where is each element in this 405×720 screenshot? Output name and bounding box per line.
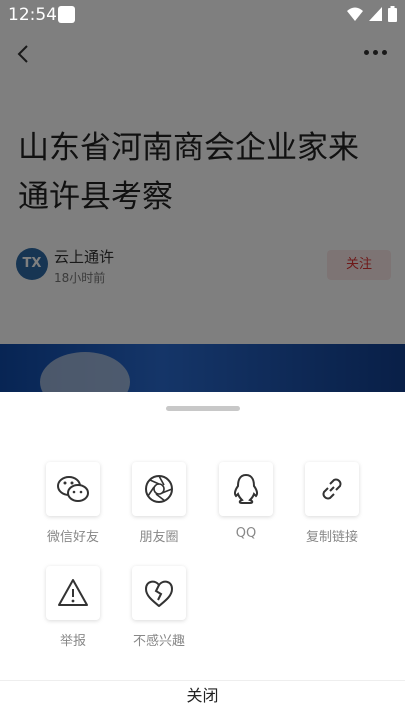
broken-heart-icon bbox=[145, 580, 173, 607]
not-interested-button[interactable]: 不感兴趣 bbox=[119, 566, 199, 649]
share-qq[interactable]: QQ bbox=[206, 462, 286, 541]
share-wechat-friend[interactable]: 微信好友 bbox=[33, 462, 113, 545]
notification-icon bbox=[58, 6, 75, 23]
drag-handle[interactable] bbox=[166, 406, 240, 411]
wechat-icon bbox=[57, 476, 89, 502]
report-button[interactable]: 举报 bbox=[33, 566, 113, 649]
share-copy-link[interactable]: 复制链接 bbox=[292, 462, 372, 545]
share-label: 举报 bbox=[59, 634, 86, 649]
qq-icon bbox=[233, 473, 259, 504]
dim-overlay[interactable] bbox=[0, 0, 405, 392]
share-sheet: 微信好友 朋友圈 QQ 复制链接 举报 不感兴趣 关闭 bbox=[0, 392, 405, 720]
share-label: 朋友圈 bbox=[139, 530, 179, 545]
share-label: QQ bbox=[235, 526, 257, 541]
signal-icon bbox=[369, 7, 382, 21]
link-icon bbox=[322, 478, 342, 500]
close-button[interactable]: 关闭 bbox=[0, 681, 405, 720]
status-time: 12:54 bbox=[8, 5, 57, 25]
share-moments[interactable]: 朋友圈 bbox=[119, 462, 199, 545]
battery-icon bbox=[388, 6, 397, 22]
share-label: 不感兴趣 bbox=[132, 634, 185, 649]
wifi-icon bbox=[347, 7, 363, 21]
warning-icon bbox=[58, 579, 88, 606]
status-icons bbox=[347, 6, 397, 22]
status-bar: 12:54 bbox=[0, 0, 405, 30]
share-label: 复制链接 bbox=[305, 530, 358, 545]
moments-icon bbox=[145, 475, 173, 503]
share-label: 微信好友 bbox=[46, 530, 99, 545]
